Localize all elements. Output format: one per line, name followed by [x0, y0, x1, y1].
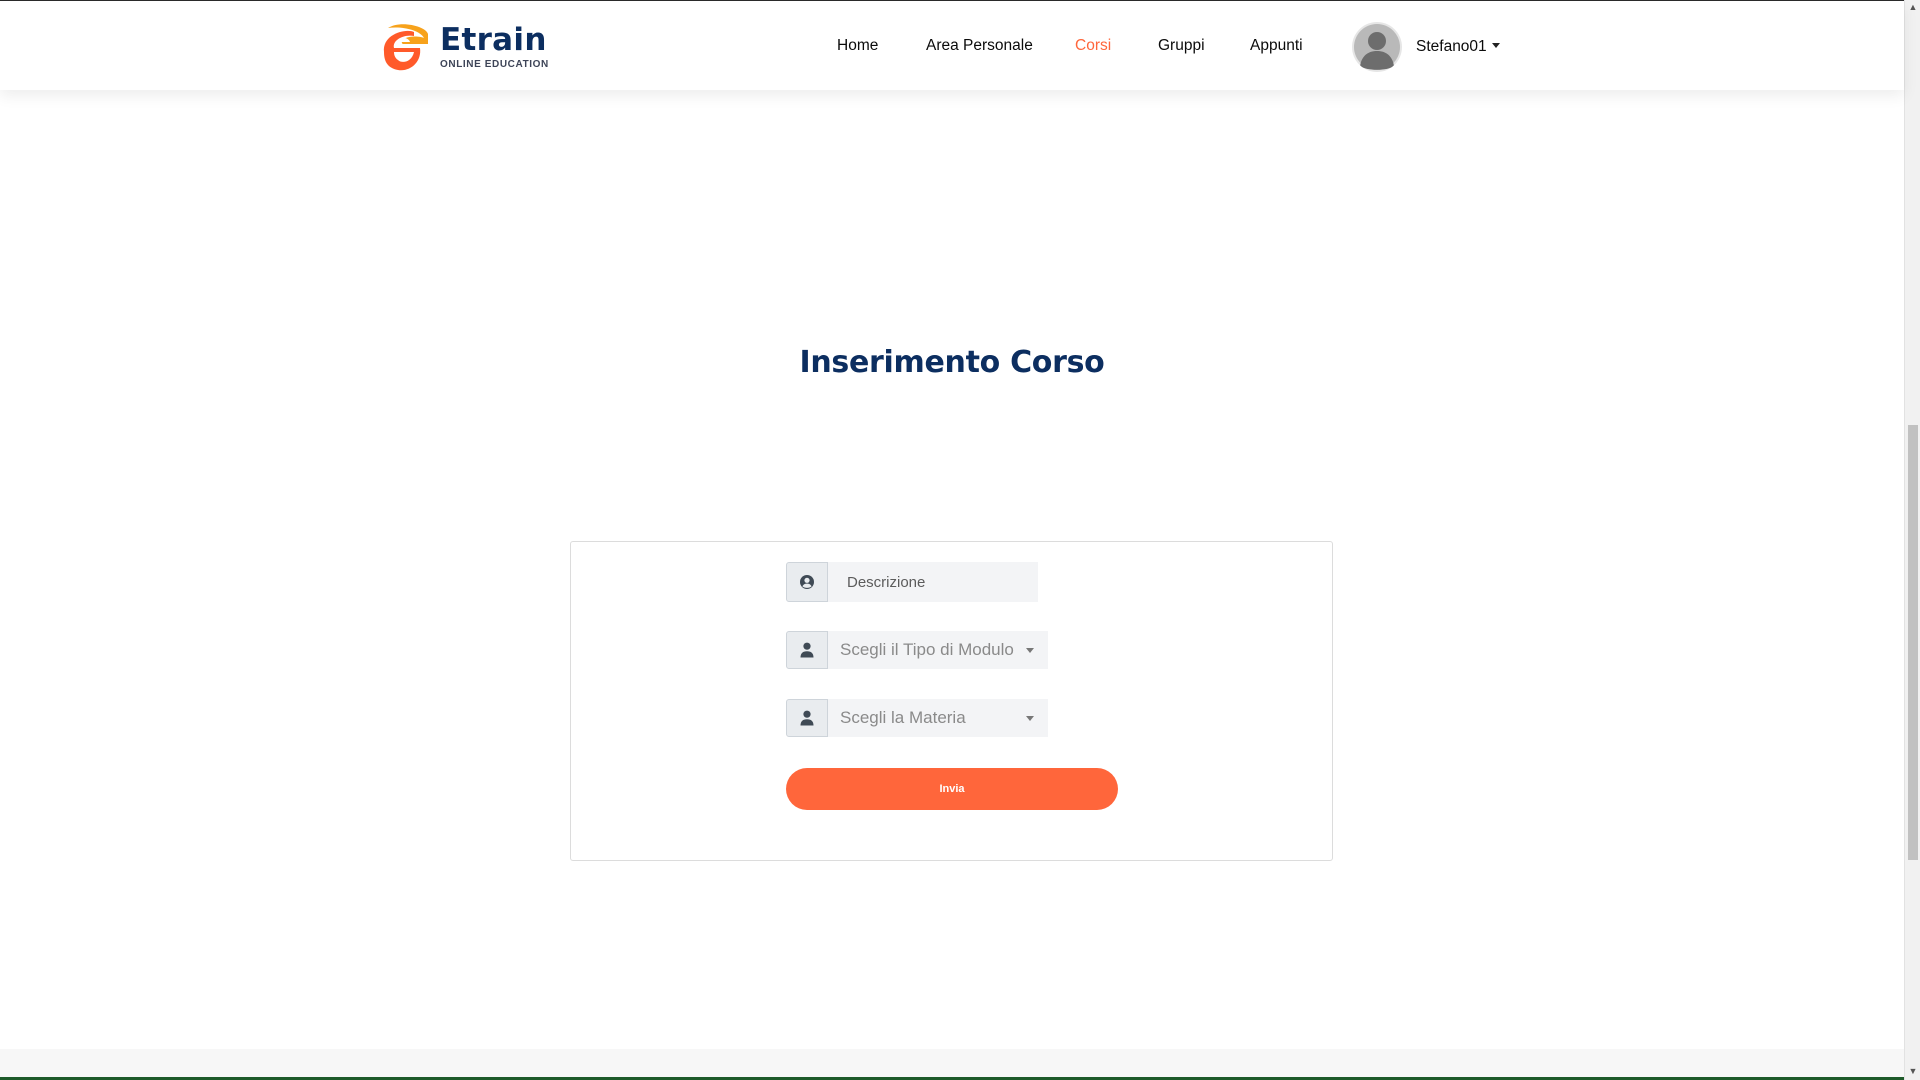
tipo-modulo-selected: Scegli il Tipo di Modulo: [840, 640, 1014, 659]
chevron-down-icon: [1026, 647, 1034, 653]
descrizione-field: [786, 562, 1038, 602]
materia-selected: Scegli la Materia: [840, 708, 966, 727]
submit-button[interactable]: Invia: [786, 768, 1118, 810]
tipo-modulo-field: Scegli il Tipo di Modulo: [786, 631, 1048, 669]
brand-name: Etrain: [440, 22, 547, 58]
scroll-up-icon[interactable]: ▲: [1908, 2, 1918, 12]
brand-logo[interactable]: Etrain ONLINE EDUCATION: [380, 21, 549, 73]
user-silhouette-icon: [1354, 24, 1400, 70]
nav-item-gruppi[interactable]: Gruppi: [1158, 37, 1205, 55]
course-form: Scegli il Tipo di Modulo Scegli la Mater…: [570, 541, 1333, 861]
nav-item-corsi[interactable]: Corsi: [1075, 37, 1111, 55]
avatar[interactable]: [1352, 22, 1402, 72]
descrizione-input[interactable]: [828, 562, 1038, 602]
user-icon: [786, 631, 828, 669]
nav-item-home[interactable]: Home: [837, 37, 878, 55]
materia-select[interactable]: Scegli la Materia: [828, 699, 1048, 737]
page-title: Inserimento Corso: [799, 345, 1105, 380]
scrollbar-thumb[interactable]: [1908, 425, 1918, 860]
nav-item-area-personale[interactable]: Area Personale: [926, 37, 1033, 55]
chevron-down-icon: [1026, 715, 1034, 721]
brand-tagline: ONLINE EDUCATION: [440, 59, 549, 70]
user-name[interactable]: Stefano01: [1416, 38, 1487, 56]
scrollbar[interactable]: ▲ ▼: [1904, 0, 1920, 1080]
site-header: Etrain ONLINE EDUCATION Home Area Person…: [0, 1, 1904, 90]
caret-down-icon[interactable]: [1491, 42, 1500, 48]
user-icon: [786, 699, 828, 737]
user-menu[interactable]: Stefano01: [1352, 22, 1500, 72]
etrain-logo-icon: [383, 24, 428, 71]
tipo-modulo-select[interactable]: Scegli il Tipo di Modulo: [828, 631, 1048, 669]
materia-field: Scegli la Materia: [786, 699, 1048, 737]
user-circle-icon: [786, 562, 828, 602]
scroll-down-icon[interactable]: ▼: [1908, 1066, 1918, 1076]
footer-strip: [0, 1049, 1904, 1077]
nav-item-appunti[interactable]: Appunti: [1250, 37, 1303, 55]
